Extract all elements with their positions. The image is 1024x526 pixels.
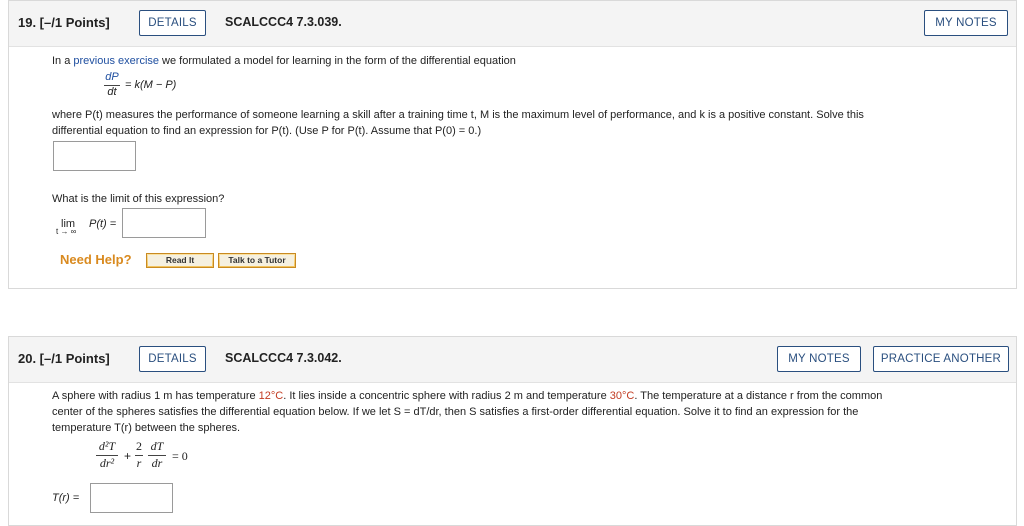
question-19-code: SCALCCC4 7.3.039. <box>225 15 342 29</box>
question-20-code: SCALCCC4 7.3.042. <box>225 351 342 365</box>
question-20-line-3: temperature T(r) between the spheres. <box>52 422 241 434</box>
dr-denominator: dr <box>151 456 163 470</box>
details-button[interactable]: DETAILS <box>139 10 206 36</box>
intro-text-a: In a <box>52 55 74 67</box>
question-19-description-2: differential equation to find an express… <box>52 125 482 137</box>
sphere-text-a: A sphere with radius 1 m has temperature <box>52 390 259 402</box>
intro-text-b: we formulated a model for learning in th… <box>159 55 516 67</box>
question-20-card: 20. [–/1 Points] DETAILS SCALCCC4 7.3.04… <box>8 336 1017 526</box>
previous-exercise-link[interactable]: previous exercise <box>73 55 159 67</box>
question-19-header: 19. [–/1 Points] DETAILS SCALCCC4 7.3.03… <box>9 1 1016 47</box>
sphere-text-c: . The temperature at a distance r from t… <box>634 390 883 402</box>
pt-answer-input[interactable] <box>53 141 136 171</box>
need-help-label: Need Help? <box>60 252 132 267</box>
read-it-button[interactable]: Read It <box>146 253 214 268</box>
dt-denominator: dt <box>107 86 117 98</box>
question-19-number: 19. [–/1 Points] <box>18 15 110 30</box>
two-numerator: 2 <box>136 439 142 453</box>
talk-to-tutor-button[interactable]: Talk to a Tutor <box>218 253 296 268</box>
question-20-line-2: center of the spheres satisfies the diff… <box>52 406 859 418</box>
question-20-line-1: A sphere with radius 1 m has temperature… <box>52 388 882 404</box>
dr2-denominator: dr² <box>99 456 115 470</box>
question-20-number: 20. [–/1 Points] <box>18 351 110 366</box>
practice-another-button[interactable]: PRACTICE ANOTHER <box>873 346 1009 372</box>
limit-question: What is the limit of this expression? <box>52 193 225 205</box>
question-19-card: 19. [–/1 Points] DETAILS SCALCCC4 7.3.03… <box>8 0 1017 289</box>
tr-answer-label: T(r) = <box>52 492 80 504</box>
plus-sign: + <box>124 449 132 463</box>
my-notes-button[interactable]: MY NOTES <box>924 10 1008 36</box>
dp-numerator: dP <box>105 71 119 83</box>
equation-rhs: = k(M − P) <box>125 79 177 91</box>
limit-answer-input[interactable] <box>122 208 206 238</box>
read-it-label: Read It <box>148 255 212 266</box>
lim-subscript: t → ∞ <box>56 227 77 236</box>
question-19-intro: In a previous exercise we formulated a m… <box>52 53 516 69</box>
equation-equals-zero: = 0 <box>172 449 188 463</box>
outer-temperature: 30°C <box>609 390 635 402</box>
dt-numerator: dT <box>150 439 164 453</box>
limit-expression: P(t) = <box>89 218 117 230</box>
tr-answer-input[interactable] <box>90 483 173 513</box>
sphere-text-b: . It lies inside a concentric sphere wit… <box>283 390 610 402</box>
d2t-numerator: d²T <box>98 439 116 453</box>
details-button[interactable]: DETAILS <box>139 346 206 372</box>
question-19-description-1: where P(t) measures the performance of s… <box>52 109 864 121</box>
inner-temperature: 12°C <box>258 390 284 402</box>
r-denominator: r <box>136 456 142 470</box>
my-notes-button[interactable]: MY NOTES <box>777 346 861 372</box>
talk-to-tutor-label: Talk to a Tutor <box>220 255 294 266</box>
question-20-header: 20. [–/1 Points] DETAILS SCALCCC4 7.3.04… <box>9 337 1016 383</box>
